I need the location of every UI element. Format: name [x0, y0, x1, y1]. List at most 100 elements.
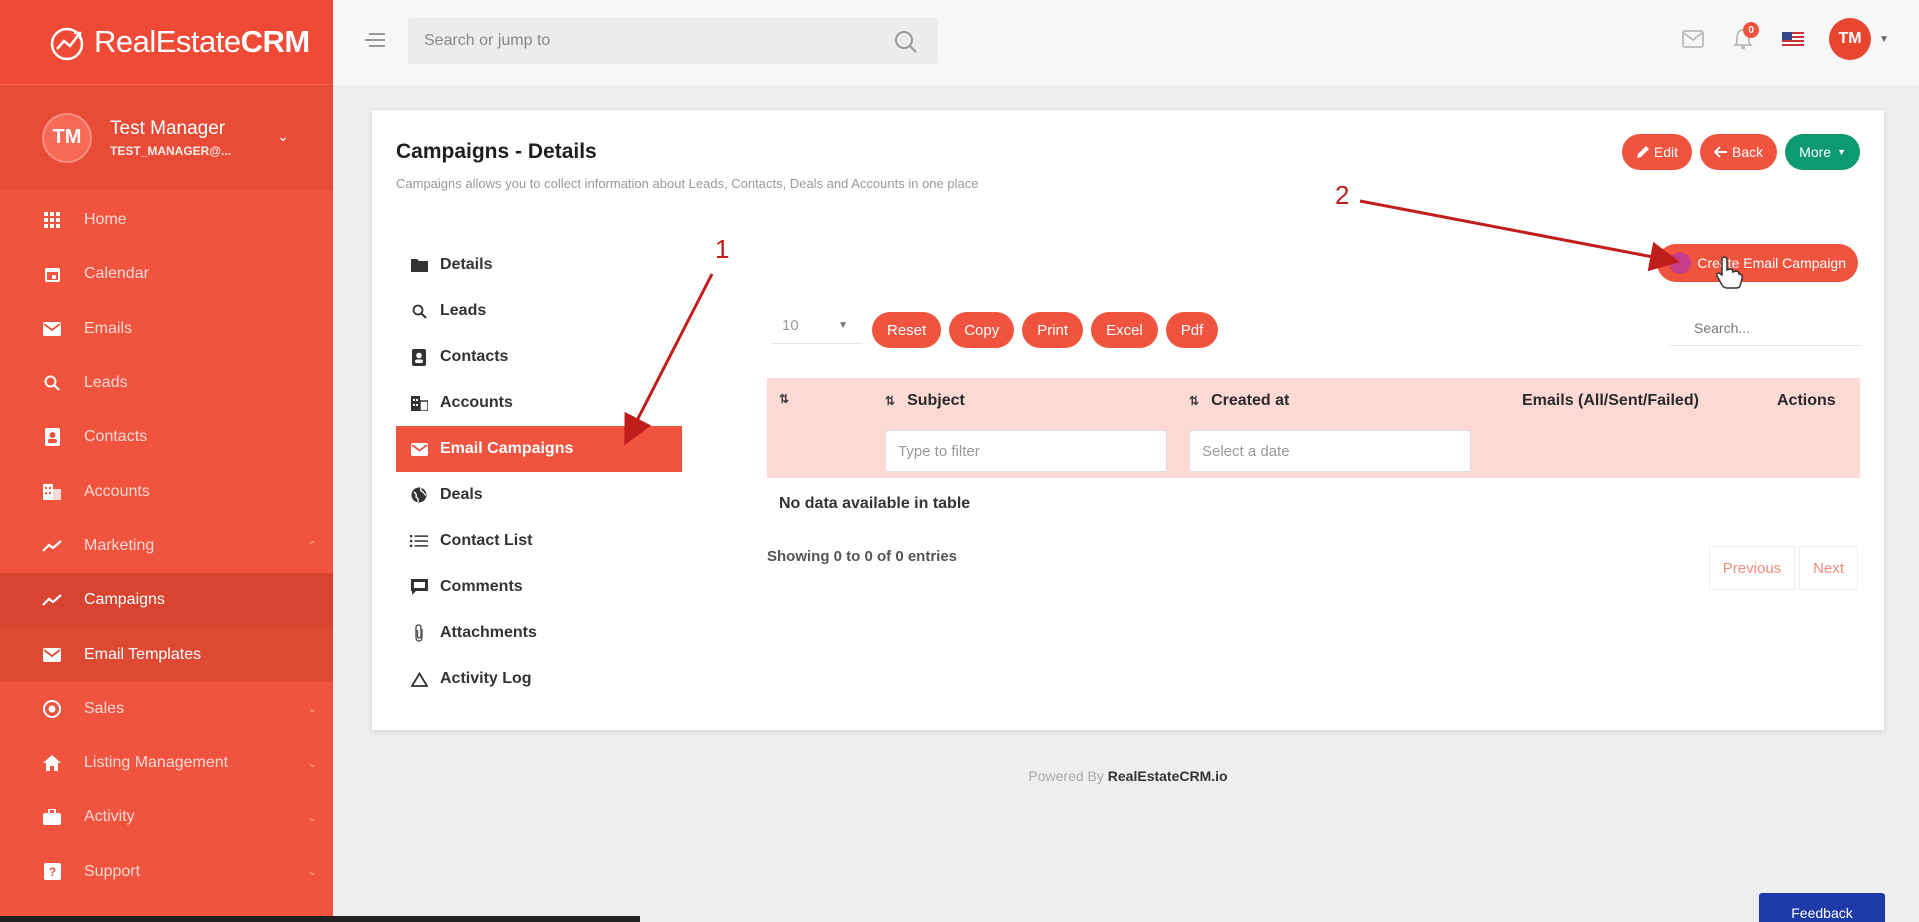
tab-leads[interactable]: Leads [396, 288, 682, 334]
sort-icon: ⇅ [779, 392, 790, 406]
search-input[interactable]: Search or jump to [408, 18, 938, 64]
more-button[interactable]: More ▼ [1785, 134, 1860, 170]
svg-text:?: ? [48, 865, 55, 879]
sidebar-item-email-templates[interactable]: Email Templates [0, 627, 333, 682]
search-icon[interactable] [894, 30, 918, 54]
annotation-label-1: 1 [715, 234, 730, 264]
tab-comments[interactable]: Comments [396, 564, 682, 610]
brand[interactable]: RealEstateCRM [0, 0, 333, 85]
tab-accounts[interactable]: Accounts [396, 380, 682, 426]
pencil-icon [1636, 146, 1649, 158]
chevron-down-icon: ⌄ [307, 703, 317, 716]
previous-page-button[interactable]: Previous [1708, 546, 1796, 590]
tab-email-campaigns[interactable]: Email Campaigns [396, 426, 682, 472]
triangle-icon [410, 670, 428, 688]
envelope-icon [42, 319, 62, 339]
reset-button[interactable]: Reset [872, 312, 942, 348]
excel-button[interactable]: Excel [1091, 312, 1158, 348]
column-subject[interactable]: ⇅ Subject [885, 392, 965, 410]
tab-activity-log[interactable]: Activity Log [396, 656, 682, 702]
video-progress-bar [0, 916, 640, 922]
chevron-down-icon: ⌄ [307, 866, 317, 879]
page-length-select[interactable]: 10 ▼ [772, 308, 862, 344]
select-column-sort[interactable]: ⇅ [779, 392, 801, 406]
footer-brand-link[interactable]: RealEstateCRM.io [1108, 768, 1228, 784]
arrow-left-icon [1714, 146, 1728, 158]
column-created-at[interactable]: ⇅ Created at [1189, 392, 1289, 410]
table-info: Showing 0 to 0 of 0 entries [767, 548, 958, 565]
footer: Powered By RealEstateCRM.io [1028, 768, 1228, 784]
page-subtitle: Campaigns allows you to collect informat… [396, 176, 979, 191]
contact-card-icon [410, 348, 428, 366]
sidebar-item-label: Calendar [84, 265, 149, 283]
sidebar-item-label: Sales [84, 699, 125, 717]
sidebar-item-label: Contacts [84, 428, 148, 446]
sidebar-item-listing-management[interactable]: Listing Management ⌄ [0, 736, 333, 790]
sidebar-item-sales[interactable]: Sales ⌄ [0, 682, 333, 736]
tab-contacts[interactable]: Contacts [396, 334, 682, 380]
search-placeholder: Search or jump to [424, 32, 551, 49]
print-button[interactable]: Print [1022, 312, 1084, 348]
search-icon [42, 373, 62, 393]
mail-button[interactable] [1679, 25, 1707, 53]
sidebar-item-accounts[interactable]: Accounts [0, 464, 333, 518]
notification-badge: 0 [1743, 22, 1760, 38]
sidebar-item-leads[interactable]: Leads [0, 356, 333, 410]
folder-icon [410, 256, 428, 274]
sort-icon: ⇅ [885, 394, 896, 408]
chevron-down-icon[interactable]: ⌄ [277, 128, 289, 145]
sidebar-item-contacts[interactable]: Contacts [0, 410, 333, 464]
sidebar-item-label: Support [84, 862, 141, 880]
grid-icon [42, 210, 62, 230]
sidebar-item-label: Home [84, 211, 127, 229]
create-email-campaign-button[interactable]: Create Email Campaign [1657, 244, 1858, 282]
tab-details[interactable]: Details [396, 242, 682, 288]
plus-circle-icon [1669, 252, 1692, 274]
back-button[interactable]: Back [1700, 134, 1778, 170]
tab-deals[interactable]: Deals [396, 472, 682, 518]
topbar-actions: 0 TM ▼ [1679, 18, 1889, 60]
sidebar-item-marketing[interactable]: Marketing ⌃ [0, 519, 333, 573]
sidebar-item-emails[interactable]: Emails [0, 302, 333, 356]
envelope-icon [410, 440, 428, 458]
chevron-up-icon: ⌃ [307, 540, 317, 553]
pdf-button[interactable]: Pdf [1165, 312, 1219, 348]
date-filter-input[interactable]: Select a date [1189, 430, 1471, 472]
sidebar-item-label: Listing Management [84, 754, 229, 772]
question-icon: ? [42, 862, 62, 882]
subject-filter-input[interactable]: Type to filter [885, 430, 1167, 472]
feedback-button[interactable]: Feedback [1759, 893, 1885, 922]
tab-contact-list[interactable]: Contact List [396, 518, 682, 564]
language-button[interactable] [1779, 25, 1807, 53]
user-avatar-button[interactable]: TM [1829, 18, 1872, 60]
envelope-icon [1682, 30, 1704, 48]
sidebar-item-campaigns[interactable]: Campaigns [0, 573, 333, 628]
copy-button[interactable]: Copy [949, 312, 1015, 348]
sidebar: RealEstateCRM TM Test Manager TEST_MANAG… [0, 0, 333, 922]
brand-name: RealEstateCRM [94, 24, 310, 59]
sidebar-item-calendar[interactable]: Calendar [0, 247, 333, 301]
notifications-button[interactable]: 0 [1729, 22, 1760, 53]
sidebar-item-label: Accounts [84, 482, 150, 500]
list-icon [410, 532, 428, 550]
caret-down-icon: ▼ [838, 320, 848, 331]
sidebar-item-home[interactable]: Home [0, 193, 333, 247]
next-page-button[interactable]: Next [1799, 546, 1858, 590]
detail-tabs: Details Leads Contacts Accounts Email Ca… [396, 242, 682, 702]
building-icon [42, 482, 62, 502]
sidebar-item-support[interactable]: ? Support ⌄ [0, 845, 333, 899]
user-panel[interactable]: TM Test Manager TEST_MANAGER@... ⌄ [0, 85, 333, 190]
table-export-tools: Reset Copy Print Excel Pdf [872, 312, 1219, 348]
sidebar-item-label: Marketing [84, 536, 155, 554]
search-icon [410, 302, 428, 320]
topbar: Search or jump to 0 TM ▼ [333, 0, 1919, 85]
tab-attachments[interactable]: Attachments [396, 610, 682, 656]
menu-toggle-icon[interactable] [363, 30, 387, 50]
table-search-input[interactable]: Search... [1670, 310, 1860, 346]
sidebar-item-activity[interactable]: Activity ⌄ [0, 790, 333, 844]
user-name: Test Manager [110, 117, 226, 139]
user-avatar: TM [42, 112, 92, 163]
target-icon [42, 699, 62, 719]
edit-button[interactable]: Edit [1621, 134, 1693, 170]
caret-down-icon[interactable]: ▼ [1879, 34, 1889, 45]
